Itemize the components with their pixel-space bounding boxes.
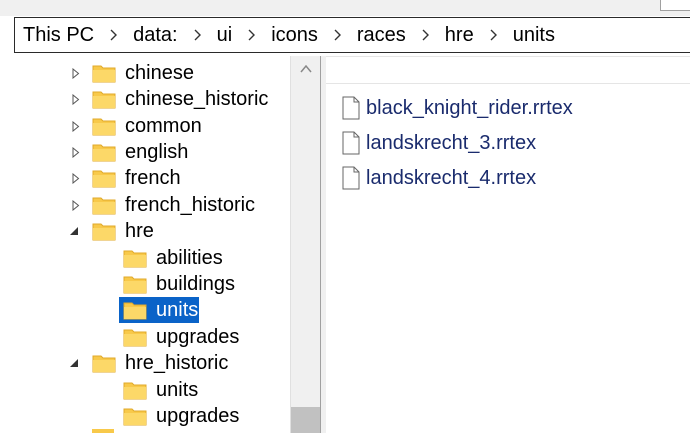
tree-item-label: hre — [125, 220, 154, 242]
tree-item-label: hre_historic — [125, 352, 229, 374]
tree-item-units[interactable]: units — [123, 377, 199, 403]
file-list-pane[interactable]: black_knight_rider.rrtex landskrecht_3.r… — [326, 56, 690, 433]
chevron-right-icon[interactable] — [422, 29, 430, 41]
tree-item-label: abilities — [156, 247, 223, 269]
navigation-scrollbar[interactable] — [290, 56, 320, 433]
file-icon — [342, 96, 360, 120]
tree-item-common[interactable]: common — [70, 113, 203, 139]
tree-item-units-selected[interactable]: units — [119, 297, 200, 323]
tree-item-label: french_historic — [125, 194, 256, 216]
folder-icon — [123, 329, 147, 346]
breadcrumb: This PC data: ui icons races hre units — [15, 24, 555, 47]
folder-icon — [123, 382, 147, 399]
chevron-right-icon[interactable] — [110, 29, 118, 41]
expand-arrow-icon[interactable] — [70, 67, 82, 79]
expand-arrow-icon[interactable] — [70, 146, 82, 158]
tree-item-upgrades[interactable]: upgrades — [123, 324, 240, 350]
window-top-strip — [0, 0, 690, 16]
expand-arrow-icon[interactable] — [70, 172, 82, 184]
tree-item-label: chinese_historic — [125, 88, 269, 110]
file-item[interactable]: black_knight_rider.rrtex — [342, 94, 573, 122]
folder-icon — [92, 197, 116, 214]
expand-arrow-icon[interactable] — [70, 199, 82, 211]
folder-icon — [92, 91, 116, 108]
tree-item-upgrades[interactable]: upgrades — [123, 403, 240, 429]
tree-item-english[interactable]: english — [70, 139, 189, 165]
folder-icon — [92, 429, 114, 433]
chevron-right-icon[interactable] — [248, 29, 256, 41]
chevron-right-icon[interactable] — [490, 29, 498, 41]
folder-icon — [92, 65, 116, 82]
scrollbar-thumb[interactable] — [291, 407, 320, 433]
expand-arrow-icon[interactable] — [70, 93, 82, 105]
chevron-right-icon[interactable] — [334, 29, 342, 41]
folder-icon — [123, 276, 147, 293]
breadcrumb-ui[interactable]: ui — [217, 24, 233, 47]
file-item[interactable]: landskrecht_4.rrtex — [342, 164, 536, 192]
breadcrumb-this-pc[interactable]: This PC — [23, 24, 94, 47]
tree-item-hre[interactable]: hre — [68, 218, 155, 244]
tree-item-label: buildings — [156, 273, 235, 295]
breadcrumb-data[interactable]: data: — [133, 24, 177, 47]
file-name: landskrecht_4.rrtex — [366, 166, 537, 189]
breadcrumb-races[interactable]: races — [357, 24, 406, 47]
tree-item-label: upgrades — [156, 405, 240, 427]
tree-item-french[interactable]: french — [70, 165, 182, 191]
file-icon — [342, 166, 360, 190]
tree-item-hre-historic[interactable]: hre_historic — [68, 350, 229, 376]
navigation-pane[interactable]: chinese chinese_historic common english … — [0, 56, 320, 433]
folder-icon — [92, 144, 116, 161]
file-name: black_knight_rider.rrtex — [366, 96, 573, 119]
folder-icon — [92, 118, 116, 135]
file-item[interactable]: landskrecht_3.rrtex — [342, 129, 536, 157]
collapse-arrow-icon[interactable] — [68, 225, 80, 237]
chevron-right-icon[interactable] — [194, 29, 202, 41]
file-name: landskrecht_3.rrtex — [366, 131, 537, 154]
tree-item-chinese-historic[interactable]: chinese_historic — [70, 86, 269, 112]
folder-icon — [92, 355, 116, 372]
address-bar[interactable]: This PC data: ui icons races hre units — [14, 17, 690, 53]
tree-item-label: units — [156, 379, 199, 401]
tree-item-french-historic[interactable]: french_historic — [70, 192, 256, 218]
file-icon — [342, 131, 360, 155]
breadcrumb-icons[interactable]: icons — [271, 24, 318, 47]
breadcrumb-units[interactable]: units — [513, 24, 555, 47]
tree-item-label: chinese — [125, 62, 194, 84]
tree-item-label: upgrades — [156, 326, 240, 348]
tree-item-label: english — [125, 141, 189, 163]
tree-item-abilities[interactable]: abilities — [123, 245, 224, 271]
folder-icon — [123, 302, 147, 319]
collapse-arrow-icon[interactable] — [68, 357, 80, 369]
expand-arrow-icon[interactable] — [70, 120, 82, 132]
tree-item-label: common — [125, 115, 202, 137]
folder-icon — [123, 250, 147, 267]
tree-item-chinese[interactable]: chinese — [70, 60, 195, 86]
breadcrumb-hre[interactable]: hre — [445, 24, 474, 47]
folder-icon — [92, 170, 116, 187]
folder-icon — [123, 408, 147, 425]
preview-pane-edge — [660, 0, 690, 11]
folder-icon — [92, 223, 116, 240]
scroll-up-arrow-icon[interactable] — [291, 56, 320, 82]
column-header — [326, 56, 690, 84]
tree-item-label: french — [125, 167, 181, 189]
tree-item-label: units — [155, 298, 200, 322]
tree-item-buildings[interactable]: buildings — [123, 271, 236, 297]
